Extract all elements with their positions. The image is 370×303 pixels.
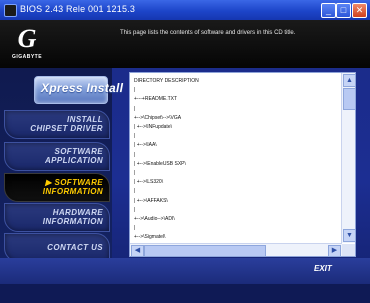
title-bar: BIOS 2.43 Rele 001 1215.3 _ □ ✕ — [0, 0, 370, 20]
horizontal-scrollbar[interactable]: ◀ ▶ — [130, 243, 342, 257]
tree-line: | — [134, 105, 136, 112]
footer-strip — [0, 284, 370, 303]
scroll-left-icon[interactable]: ◀ — [131, 245, 144, 257]
nav-hardware-information[interactable]: HARDWARE INFORMATION — [4, 203, 110, 232]
nav-software-application[interactable]: SOFTWARE APPLICATION — [4, 142, 110, 171]
gigabyte-logo: G GIGABYTE — [8, 26, 46, 62]
vertical-scrollbar[interactable]: ▲ ▼ — [341, 73, 356, 243]
nav-label: INSTALL CHIPSET DRIVER — [30, 115, 103, 133]
xpress-install-label: Xpress Install — [41, 81, 124, 95]
tree-line: | +-->\IAA\ — [134, 142, 157, 149]
scroll-right-icon[interactable]: ▶ — [328, 245, 341, 257]
directory-tree: DIRECTORY DESCRIPTION | +---+README.TXT | +-… — [130, 73, 340, 243]
nav-label: HARDWARE INFORMATION — [42, 208, 103, 226]
tree-line: | — [134, 170, 136, 176]
horizontal-scroll-thumb[interactable] — [144, 245, 266, 257]
brand-name: GIGABYTE — [11, 54, 43, 60]
scroll-down-icon[interactable]: ▼ — [343, 229, 356, 242]
tree-line: +-->\Chipset\-->\VGA — [134, 114, 182, 121]
tree-line: | — [134, 133, 136, 140]
tree-line: +---+README.TXT — [134, 96, 178, 103]
tree-line: | — [134, 151, 136, 158]
tree-line: | +-->\LS320\ — [134, 179, 164, 186]
app-icon — [4, 4, 17, 17]
close-button[interactable]: ✕ — [352, 3, 367, 18]
tree-line: DIRECTORY DESCRIPTION — [134, 78, 199, 84]
page-description: This page lists the contents of software… — [120, 30, 296, 36]
xpress-install-button[interactable]: Xpress Install — [34, 76, 123, 104]
tree-line: | — [134, 206, 136, 213]
scroll-up-icon[interactable]: ▲ — [343, 74, 356, 87]
tree-line: | — [134, 225, 136, 232]
nav-install-chipset-driver[interactable]: INSTALL CHIPSET DRIVER — [4, 110, 110, 139]
exit-button[interactable]: EXIT — [314, 264, 332, 273]
scroll-corner — [342, 244, 355, 256]
header-banner — [0, 20, 370, 68]
tree-line: +-->\Audio-->\ADI\ — [134, 216, 175, 222]
logo-letter: G — [17, 24, 37, 53]
nav-label: ▶ SOFTWARE INFORMATION — [42, 178, 103, 196]
tree-line: | +-->\INFupdate\ — [134, 124, 172, 130]
active-marker-icon: ▶ — [45, 178, 52, 187]
tree-line: | — [134, 188, 136, 195]
vertical-scroll-thumb[interactable] — [343, 88, 356, 110]
installer-window: BIOS 2.43 Rele 001 1215.3 _ □ ✕ G GIGABY… — [0, 0, 370, 303]
directory-panel: DIRECTORY DESCRIPTION | +---+README.TXT | +-… — [129, 72, 356, 257]
tree-line: | +-->\AFFAKS\ — [134, 197, 168, 204]
maximize-button[interactable]: □ — [336, 3, 351, 18]
tree-line: +-->\Sigmatel\ — [134, 234, 166, 241]
nav-software-information[interactable]: ▶ SOFTWARE INFORMATION — [4, 173, 110, 202]
nav-label: CONTACT US — [47, 243, 103, 252]
tree-line: | — [134, 87, 136, 94]
tree-line: | +-->\EnableUSB SXP\ — [134, 160, 186, 167]
window-title: BIOS 2.43 Rele 001 1215.3 — [20, 4, 136, 14]
minimize-button[interactable]: _ — [321, 3, 336, 18]
nav-label: SOFTWARE APPLICATION — [44, 147, 103, 165]
